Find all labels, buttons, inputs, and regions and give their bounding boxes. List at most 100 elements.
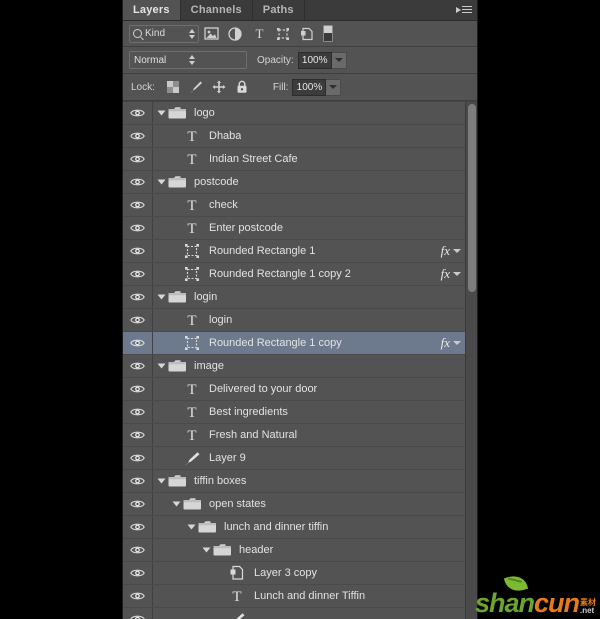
blend-mode-dropdown[interactable]: Normal	[129, 51, 247, 69]
lock-image-pixels-brush-icon[interactable]	[189, 80, 203, 94]
layer-thumbnail: T	[182, 128, 202, 145]
layer-row[interactable]	[123, 608, 465, 619]
layer-thumbnail	[167, 473, 187, 490]
layer-row[interactable]: Rounded Rectangle 1 fx	[123, 240, 465, 263]
group-disclosure-triangle-icon[interactable]	[157, 478, 166, 484]
filter-enable-toggle[interactable]	[323, 25, 333, 42]
filter-pixel-layers-button[interactable]	[199, 24, 223, 44]
layer-visibility-toggle[interactable]	[123, 309, 153, 331]
filter-shape-layers-button[interactable]	[271, 24, 295, 44]
layer-thumbnail: T	[227, 588, 247, 605]
panel-tab-strip: Layers Channels Paths	[123, 0, 477, 21]
lock-transparent-pixels-icon[interactable]	[166, 80, 180, 94]
layer-thumbnail: T	[182, 151, 202, 168]
layer-visibility-toggle[interactable]	[123, 516, 153, 538]
layer-effects-cell[interactable]: fx	[433, 240, 465, 262]
layer-visibility-toggle[interactable]	[123, 194, 153, 216]
group-disclosure-triangle-icon[interactable]	[157, 294, 166, 300]
layer-visibility-toggle[interactable]	[123, 470, 153, 492]
layer-visibility-toggle[interactable]	[123, 355, 153, 377]
fx-badge-icon[interactable]: fx	[441, 243, 450, 259]
group-disclosure-triangle-icon[interactable]	[202, 547, 211, 553]
opacity-input[interactable]: 100%	[297, 51, 332, 69]
layer-visibility-toggle[interactable]	[123, 493, 153, 515]
filter-kind-dropdown[interactable]: Kind	[129, 24, 199, 43]
panel-menu-icon[interactable]	[456, 4, 472, 17]
group-disclosure-triangle-icon[interactable]	[157, 179, 166, 185]
layer-row[interactable]: open states	[123, 493, 465, 516]
layer-visibility-toggle[interactable]	[123, 378, 153, 400]
layer-visibility-toggle[interactable]	[123, 263, 153, 285]
layer-row[interactable]: T Dhaba	[123, 125, 465, 148]
layer-visibility-toggle[interactable]	[123, 447, 153, 469]
layer-row[interactable]: T Enter postcode	[123, 217, 465, 240]
layer-visibility-toggle[interactable]	[123, 424, 153, 446]
filter-adjustment-layers-button[interactable]	[223, 24, 247, 44]
layer-row[interactable]: T Best ingredients	[123, 401, 465, 424]
fill-dropdown-arrow[interactable]	[326, 78, 342, 96]
group-disclosure-triangle-icon[interactable]	[157, 110, 166, 116]
lock-position-move-icon[interactable]	[212, 80, 226, 94]
layer-row[interactable]: login	[123, 286, 465, 309]
layer-effects-cell[interactable]: fx	[433, 263, 465, 285]
layer-row[interactable]: Rounded Rectangle 1 copy fx	[123, 332, 465, 355]
layer-row[interactable]: Layer 9	[123, 447, 465, 470]
layer-row[interactable]: header	[123, 539, 465, 562]
layer-visibility-toggle[interactable]	[123, 585, 153, 607]
adjustment-circle-icon	[228, 26, 242, 41]
fx-expand-chevron-icon[interactable]	[453, 249, 461, 253]
layer-row[interactable]: T Delivered to your door	[123, 378, 465, 401]
layer-row[interactable]: logo	[123, 102, 465, 125]
layer-row[interactable]: Tcheck	[123, 194, 465, 217]
layer-visibility-toggle[interactable]	[123, 562, 153, 584]
fx-badge-icon[interactable]: fx	[441, 335, 450, 351]
layer-row[interactable]: image	[123, 355, 465, 378]
fx-expand-chevron-icon[interactable]	[453, 272, 461, 276]
filter-type-layers-button[interactable]: T	[247, 24, 271, 44]
layer-visibility-toggle[interactable]	[123, 608, 153, 619]
layer-effects-cell[interactable]: fx	[433, 332, 465, 354]
filter-smart-objects-button[interactable]	[295, 24, 319, 44]
tab-layers[interactable]: Layers	[123, 0, 181, 20]
layer-row[interactable]: Layer 3 copy	[123, 562, 465, 585]
opacity-dropdown-arrow[interactable]	[331, 51, 347, 69]
layer-visibility-toggle[interactable]	[123, 240, 153, 262]
layer-row[interactable]: T Indian Street Cafe	[123, 148, 465, 171]
scrollbar-thumb[interactable]	[468, 104, 476, 292]
lock-all-padlock-icon[interactable]	[235, 80, 249, 94]
folder-icon	[183, 498, 201, 510]
tab-channels[interactable]: Channels	[180, 0, 253, 20]
layer-visibility-toggle[interactable]	[123, 539, 153, 561]
layer-effects-cell	[433, 493, 465, 515]
layer-row[interactable]: lunch and dinner tiffin	[123, 516, 465, 539]
layer-row[interactable]: tiffin boxes	[123, 470, 465, 493]
layer-row-content: T Lunch and dinner Tiffin	[153, 585, 433, 607]
layer-thumbnail	[167, 358, 187, 375]
tab-paths[interactable]: Paths	[252, 0, 305, 20]
group-disclosure-triangle-icon[interactable]	[187, 524, 196, 530]
layer-effects-cell	[433, 125, 465, 147]
layer-visibility-toggle[interactable]	[123, 332, 153, 354]
fx-badge-icon[interactable]: fx	[441, 266, 450, 282]
layer-visibility-toggle[interactable]	[123, 401, 153, 423]
layer-name: open states	[209, 498, 266, 510]
layer-visibility-toggle[interactable]	[123, 102, 153, 124]
layer-row[interactable]: Rounded Rectangle 1 copy 2 fx	[123, 263, 465, 286]
layer-row[interactable]: T Lunch and dinner Tiffin	[123, 585, 465, 608]
group-disclosure-triangle-icon[interactable]	[157, 363, 166, 369]
group-disclosure-triangle-icon[interactable]	[172, 501, 181, 507]
fill-input[interactable]: 100%	[292, 78, 327, 96]
image-icon	[203, 27, 219, 40]
fx-expand-chevron-icon[interactable]	[453, 341, 461, 345]
layer-visibility-toggle[interactable]	[123, 148, 153, 170]
layer-visibility-toggle[interactable]	[123, 125, 153, 147]
layer-row[interactable]: T Fresh and Natural	[123, 424, 465, 447]
layer-list-scrollbar[interactable]	[465, 102, 477, 619]
tab-paths-label: Paths	[262, 4, 294, 16]
layer-visibility-toggle[interactable]	[123, 217, 153, 239]
layer-row[interactable]: Tlogin	[123, 309, 465, 332]
layer-visibility-toggle[interactable]	[123, 171, 153, 193]
layer-row[interactable]: postcode	[123, 171, 465, 194]
layer-row-content: image	[153, 355, 433, 377]
layer-visibility-toggle[interactable]	[123, 286, 153, 308]
